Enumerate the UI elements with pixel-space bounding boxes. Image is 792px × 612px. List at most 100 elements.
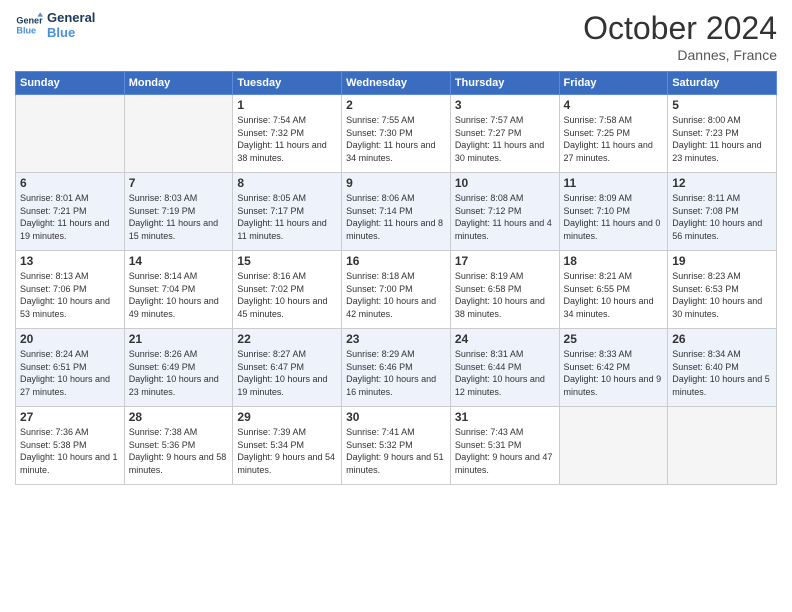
day-info: Sunrise: 8:19 AM Sunset: 6:58 PM Dayligh… (455, 270, 555, 320)
table-cell: 6Sunrise: 8:01 AM Sunset: 7:21 PM Daylig… (16, 173, 125, 251)
day-info: Sunrise: 8:06 AM Sunset: 7:14 PM Dayligh… (346, 192, 446, 242)
table-cell: 14 Sunrise: 8:14 AM Sunset: 7:04 PM Dayli… (124, 251, 233, 329)
day-number: 26 (672, 332, 772, 346)
table-cell: 24 Sunrise: 8:31 AM Sunset: 6:44 PM Dayli… (450, 329, 559, 407)
day-info: Sunrise: 7:36 AM Sunset: 5:38 PM Dayligh… (20, 426, 120, 476)
svg-text:Blue: Blue (16, 25, 36, 35)
day-info: Sunrise: 7:57 AM Sunset: 7:27 PM Dayligh… (455, 114, 555, 164)
table-cell: 10 Sunrise: 8:08 AM Sunset: 7:12 PM Dayli… (450, 173, 559, 251)
day-info: Sunrise: 8:26 AM Sunset: 6:49 PM Dayligh… (129, 348, 229, 398)
day-number: 27 (20, 410, 120, 424)
table-cell: 20Sunrise: 8:24 AM Sunset: 6:51 PM Dayli… (16, 329, 125, 407)
table-cell (668, 407, 777, 485)
table-cell: 11Sunrise: 8:09 AM Sunset: 7:10 PM Dayli… (559, 173, 668, 251)
col-saturday: Saturday (668, 72, 777, 95)
table-cell: 19 Sunrise: 8:23 AM Sunset: 6:53 PM Dayli… (668, 251, 777, 329)
logo-general: General (47, 10, 95, 25)
day-info: Sunrise: 8:24 AM Sunset: 6:51 PM Dayligh… (20, 348, 120, 398)
day-info: Sunrise: 7:39 AM Sunset: 5:34 PM Dayligh… (237, 426, 337, 476)
table-cell: 3 Sunrise: 7:57 AM Sunset: 7:27 PM Daylig… (450, 95, 559, 173)
table-cell: 1Sunrise: 7:54 AM Sunset: 7:32 PM Daylig… (233, 95, 342, 173)
day-info: Sunrise: 8:11 AM Sunset: 7:08 PM Dayligh… (672, 192, 772, 242)
day-number: 6 (20, 176, 120, 190)
day-number: 22 (237, 332, 337, 346)
day-number: 7 (129, 176, 229, 190)
day-info: Sunrise: 8:16 AM Sunset: 7:02 PM Dayligh… (237, 270, 337, 320)
day-info: Sunrise: 7:54 AM Sunset: 7:32 PM Dayligh… (237, 114, 337, 164)
day-info: Sunrise: 8:18 AM Sunset: 7:00 PM Dayligh… (346, 270, 446, 320)
day-info: Sunrise: 7:55 AM Sunset: 7:30 PM Dayligh… (346, 114, 446, 164)
table-cell: 4 Sunrise: 7:58 AM Sunset: 7:25 PM Daylig… (559, 95, 668, 173)
table-cell: 23Sunrise: 8:29 AM Sunset: 6:46 PM Dayli… (342, 329, 451, 407)
day-info: Sunrise: 8:05 AM Sunset: 7:17 PM Dayligh… (237, 192, 337, 242)
table-row: 20Sunrise: 8:24 AM Sunset: 6:51 PM Dayli… (16, 329, 777, 407)
calendar-page: General Blue General Blue October 2024 D… (0, 0, 792, 612)
day-number: 30 (346, 410, 446, 424)
day-number: 10 (455, 176, 555, 190)
table-cell: 21 Sunrise: 8:26 AM Sunset: 6:49 PM Dayli… (124, 329, 233, 407)
table-cell: 30 Sunrise: 7:41 AM Sunset: 5:32 PM Dayli… (342, 407, 451, 485)
day-info: Sunrise: 7:38 AM Sunset: 5:36 PM Dayligh… (129, 426, 229, 476)
day-info: Sunrise: 8:00 AM Sunset: 7:23 PM Dayligh… (672, 114, 772, 164)
col-friday: Friday (559, 72, 668, 95)
table-cell: 2 Sunrise: 7:55 AM Sunset: 7:30 PM Daylig… (342, 95, 451, 173)
day-number: 31 (455, 410, 555, 424)
table-cell (559, 407, 668, 485)
day-info: Sunrise: 7:41 AM Sunset: 5:32 PM Dayligh… (346, 426, 446, 476)
table-cell: 13Sunrise: 8:13 AM Sunset: 7:06 PM Dayli… (16, 251, 125, 329)
logo: General Blue General Blue (15, 10, 95, 40)
day-number: 14 (129, 254, 229, 268)
day-info: Sunrise: 8:14 AM Sunset: 7:04 PM Dayligh… (129, 270, 229, 320)
table-cell: 22 Sunrise: 8:27 AM Sunset: 6:47 PM Dayli… (233, 329, 342, 407)
table-cell: 25 Sunrise: 8:33 AM Sunset: 6:42 PM Dayli… (559, 329, 668, 407)
day-number: 11 (564, 176, 664, 190)
col-thursday: Thursday (450, 72, 559, 95)
location: Dannes, France (583, 47, 777, 63)
day-number: 3 (455, 98, 555, 112)
svg-text:General: General (16, 16, 43, 26)
table-cell: 29 Sunrise: 7:39 AM Sunset: 5:34 PM Dayli… (233, 407, 342, 485)
table-row: 27 Sunrise: 7:36 AM Sunset: 5:38 PM Dayli… (16, 407, 777, 485)
day-number: 29 (237, 410, 337, 424)
table-cell: 8 Sunrise: 8:05 AM Sunset: 7:17 PM Daylig… (233, 173, 342, 251)
day-number: 21 (129, 332, 229, 346)
day-info: Sunrise: 8:23 AM Sunset: 6:53 PM Dayligh… (672, 270, 772, 320)
day-number: 19 (672, 254, 772, 268)
table-cell: 27 Sunrise: 7:36 AM Sunset: 5:38 PM Dayli… (16, 407, 125, 485)
day-info: Sunrise: 8:08 AM Sunset: 7:12 PM Dayligh… (455, 192, 555, 242)
day-info: Sunrise: 8:34 AM Sunset: 6:40 PM Dayligh… (672, 348, 772, 398)
table-cell: 16 Sunrise: 8:18 AM Sunset: 7:00 PM Dayli… (342, 251, 451, 329)
day-info: Sunrise: 8:27 AM Sunset: 6:47 PM Dayligh… (237, 348, 337, 398)
day-number: 2 (346, 98, 446, 112)
day-number: 15 (237, 254, 337, 268)
day-number: 24 (455, 332, 555, 346)
table-cell: 31Sunrise: 7:43 AM Sunset: 5:31 PM Dayli… (450, 407, 559, 485)
logo-icon: General Blue (15, 11, 43, 39)
day-info: Sunrise: 8:29 AM Sunset: 6:46 PM Dayligh… (346, 348, 446, 398)
table-cell: 15 Sunrise: 8:16 AM Sunset: 7:02 PM Dayli… (233, 251, 342, 329)
header-row: Sunday Monday Tuesday Wednesday Thursday… (16, 72, 777, 95)
day-number: 25 (564, 332, 664, 346)
day-number: 28 (129, 410, 229, 424)
day-info: Sunrise: 8:31 AM Sunset: 6:44 PM Dayligh… (455, 348, 555, 398)
header: General Blue General Blue October 2024 D… (15, 10, 777, 63)
day-number: 8 (237, 176, 337, 190)
day-number: 12 (672, 176, 772, 190)
logo-blue: Blue (47, 25, 95, 40)
day-info: Sunrise: 8:21 AM Sunset: 6:55 PM Dayligh… (564, 270, 664, 320)
table-cell: 5Sunrise: 8:00 AM Sunset: 7:23 PM Daylig… (668, 95, 777, 173)
col-tuesday: Tuesday (233, 72, 342, 95)
calendar-table: Sunday Monday Tuesday Wednesday Thursday… (15, 71, 777, 485)
day-number: 16 (346, 254, 446, 268)
day-info: Sunrise: 8:13 AM Sunset: 7:06 PM Dayligh… (20, 270, 120, 320)
day-info: Sunrise: 7:58 AM Sunset: 7:25 PM Dayligh… (564, 114, 664, 164)
day-number: 4 (564, 98, 664, 112)
table-cell: 7 Sunrise: 8:03 AM Sunset: 7:19 PM Daylig… (124, 173, 233, 251)
table-row: 13Sunrise: 8:13 AM Sunset: 7:06 PM Dayli… (16, 251, 777, 329)
day-info: Sunrise: 8:03 AM Sunset: 7:19 PM Dayligh… (129, 192, 229, 242)
table-cell: 9Sunrise: 8:06 AM Sunset: 7:14 PM Daylig… (342, 173, 451, 251)
table-cell: 28 Sunrise: 7:38 AM Sunset: 5:36 PM Dayli… (124, 407, 233, 485)
table-cell: 18Sunrise: 8:21 AM Sunset: 6:55 PM Dayli… (559, 251, 668, 329)
day-info: Sunrise: 8:33 AM Sunset: 6:42 PM Dayligh… (564, 348, 664, 398)
table-row: 6Sunrise: 8:01 AM Sunset: 7:21 PM Daylig… (16, 173, 777, 251)
